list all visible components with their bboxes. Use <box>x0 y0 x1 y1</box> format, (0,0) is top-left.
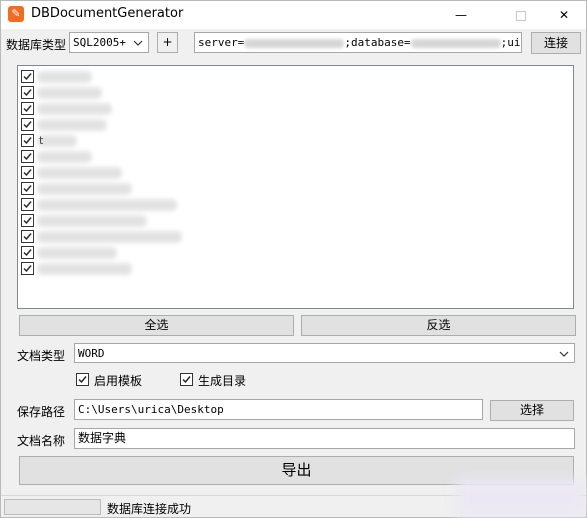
redacted-table-name <box>37 151 92 163</box>
redacted-table-name <box>37 247 117 259</box>
redacted-table-name <box>37 199 177 211</box>
redacted-database <box>410 38 501 48</box>
table-row[interactable] <box>21 117 321 133</box>
status-progress <box>4 499 101 515</box>
table-row[interactable] <box>21 85 321 101</box>
table-row[interactable] <box>21 165 321 181</box>
add-connection-button[interactable]: + <box>157 32 178 53</box>
checkbox-icon[interactable] <box>21 134 34 147</box>
checkbox-icon[interactable] <box>21 198 34 211</box>
generate-toc-checkbox[interactable]: 生成目录 <box>180 372 270 388</box>
table-row[interactable] <box>21 261 321 277</box>
checkbox-icon[interactable] <box>21 214 34 227</box>
doc-type-value: WORD <box>78 347 105 360</box>
chevron-down-icon <box>559 351 569 357</box>
db-type-label: 数据库类型 <box>6 38 67 52</box>
table-row[interactable]: t <box>21 133 321 149</box>
connect-button[interactable]: 连接 <box>531 32 581 54</box>
checkbox-icon[interactable] <box>21 150 34 163</box>
table-row[interactable] <box>21 181 321 197</box>
document-generator-icon: ✎ <box>8 6 24 22</box>
checkbox-icon <box>76 373 89 386</box>
redacted-table-name <box>37 231 182 243</box>
db-type-select[interactable]: SQL2005+ <box>69 32 149 53</box>
checkbox-icon[interactable] <box>21 70 34 83</box>
redacted-table-name <box>37 183 132 195</box>
checkbox-icon[interactable] <box>21 182 34 195</box>
table-name: t <box>39 134 44 147</box>
conn-suffix: ;uid= <box>500 36 521 49</box>
table-row[interactable] <box>21 229 321 245</box>
checkbox-icon <box>180 373 193 386</box>
choose-path-button[interactable]: 选择 <box>490 400 574 421</box>
generate-toc-label: 生成目录 <box>198 374 247 388</box>
use-template-label: 启用模板 <box>94 374 143 388</box>
table-row[interactable] <box>21 101 321 117</box>
save-path-label: 保存路径 <box>17 405 66 419</box>
db-type-value: SQL2005+ <box>73 36 126 49</box>
redacted-table-name <box>37 103 112 115</box>
invert-selection-button[interactable]: 反选 <box>301 315 576 336</box>
checkbox-icon[interactable] <box>21 246 34 259</box>
minimize-button[interactable]: — <box>438 1 484 29</box>
redacted-table-name <box>37 119 107 131</box>
watermark-blur <box>456 479 586 517</box>
table-row[interactable] <box>21 197 321 213</box>
use-template-checkbox[interactable]: 启用模板 <box>76 372 166 388</box>
checkbox-icon[interactable] <box>21 118 34 131</box>
chevron-down-icon <box>133 40 143 46</box>
checkbox-icon[interactable] <box>21 230 34 243</box>
doc-type-label: 文档类型 <box>17 349 66 363</box>
doc-type-select[interactable]: WORD <box>74 343 575 363</box>
redacted-table-name <box>37 167 122 179</box>
status-text: 数据库连接成功 <box>107 502 192 516</box>
window-title: DBDocumentGenerator <box>31 6 184 21</box>
title-bar[interactable]: ✎ DBDocumentGenerator — ✕ <box>1 1 586 29</box>
select-all-button[interactable]: 全选 <box>19 315 294 336</box>
app-window: ✎ DBDocumentGenerator — ✕ 数据库类型 SQL2005+… <box>0 0 587 518</box>
checkbox-icon[interactable] <box>21 86 34 99</box>
doc-name-input[interactable]: 数据字典 <box>74 428 575 449</box>
redacted-table-name <box>37 87 102 99</box>
checkbox-icon[interactable] <box>21 166 34 179</box>
table-row[interactable] <box>21 213 321 229</box>
checkbox-icon[interactable] <box>21 102 34 115</box>
table-row[interactable] <box>21 245 321 261</box>
redacted-table-name <box>37 71 92 83</box>
connection-string-input[interactable]: server= ;database= ;uid= <box>194 32 522 53</box>
save-path-input[interactable]: C:\Users\urica\Desktop <box>74 399 483 420</box>
checkbox-icon[interactable] <box>21 262 34 275</box>
maximize-button[interactable] <box>498 1 544 29</box>
table-row[interactable] <box>21 69 321 85</box>
redacted-table-name <box>37 263 132 275</box>
redacted-table-name <box>37 215 147 227</box>
conn-mid: ;database= <box>344 36 411 49</box>
doc-name-label: 文档名称 <box>17 434 66 448</box>
maximize-icon <box>516 10 526 21</box>
close-button[interactable]: ✕ <box>541 1 587 29</box>
table-checklist[interactable]: t <box>17 65 574 309</box>
table-row[interactable] <box>21 149 321 165</box>
redacted-server <box>244 38 345 48</box>
conn-prefix: server= <box>198 36 245 49</box>
